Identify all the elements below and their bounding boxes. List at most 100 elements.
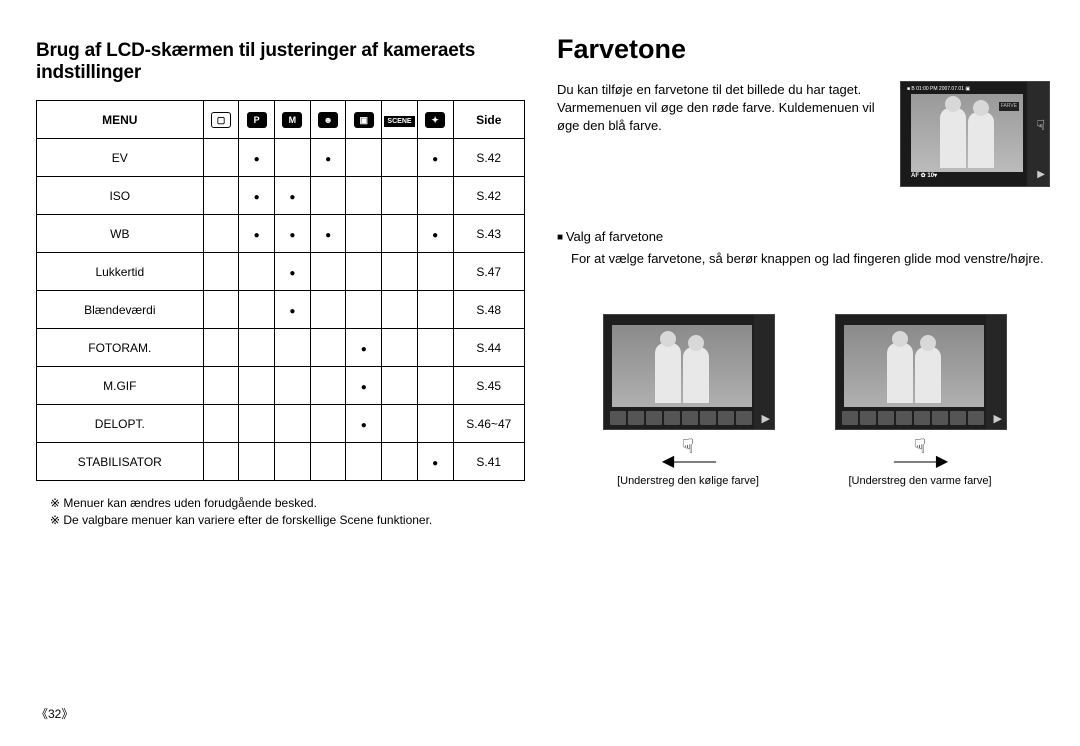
row-cell <box>310 367 346 405</box>
row-cell <box>417 253 453 291</box>
row-cell <box>275 177 311 215</box>
row-cell <box>382 329 418 367</box>
row-cell <box>310 139 346 177</box>
play-icon: ▶ <box>1037 168 1045 182</box>
th-icon-5: ▣ <box>346 101 382 139</box>
swipe-arrow: ———▶ <box>835 457 1005 467</box>
row-cell <box>203 215 239 253</box>
row-cell <box>310 253 346 291</box>
row-cell <box>346 367 382 405</box>
row-cell <box>346 443 382 481</box>
row-cell <box>417 405 453 443</box>
row-side: S.43 <box>453 215 524 253</box>
row-cell <box>239 367 275 405</box>
row-label: ISO <box>37 177 204 215</box>
row-cell <box>239 291 275 329</box>
table-row: DELOPT.S.46~47 <box>37 405 525 443</box>
row-cell <box>239 443 275 481</box>
row-cell <box>417 329 453 367</box>
row-cell <box>310 443 346 481</box>
table-row: Blændeværdi S.48 <box>37 291 525 329</box>
row-cell <box>346 291 382 329</box>
row-cell <box>203 139 239 177</box>
row-cell <box>275 367 311 405</box>
row-cell <box>203 291 239 329</box>
row-cell <box>346 177 382 215</box>
row-cell <box>382 367 418 405</box>
thumb-unit: COOLWARM▶☟◀———[Understreg den kølige far… <box>603 314 773 487</box>
row-cell <box>382 405 418 443</box>
row-label: FOTORAM. <box>37 329 204 367</box>
row-cell <box>310 215 346 253</box>
row-side: S.42 <box>453 177 524 215</box>
row-side: S.41 <box>453 443 524 481</box>
row-cell <box>239 329 275 367</box>
row-cell <box>203 405 239 443</box>
note-1: ※ Menuer kan ændres uden forudgående bes… <box>36 495 525 512</box>
thumb-caption: [Understreg den kølige farve] <box>603 475 773 487</box>
hand-icon: ☟ <box>1036 116 1045 136</box>
row-label: Lukkertid <box>37 253 204 291</box>
row-cell <box>203 443 239 481</box>
row-cell <box>275 329 311 367</box>
row-cell <box>346 139 382 177</box>
row-cell <box>275 215 311 253</box>
row-cell <box>346 405 382 443</box>
row-cell <box>382 177 418 215</box>
row-cell <box>239 139 275 177</box>
row-side: S.47 <box>453 253 524 291</box>
page-number: 《32》 <box>36 705 73 722</box>
th-icon-3: M <box>275 101 311 139</box>
row-side: S.45 <box>453 367 524 405</box>
table-row: Lukkertid S.47 <box>37 253 525 291</box>
row-label: STABILISATOR <box>37 443 204 481</box>
row-cell <box>310 291 346 329</box>
th-icon-2: P <box>239 101 275 139</box>
play-icon: ▶ <box>762 412 770 425</box>
row-cell <box>239 253 275 291</box>
lcd-af-text: AF ✿ 10▾ <box>911 172 937 180</box>
row-cell <box>275 405 311 443</box>
right-heading: Farvetone <box>557 34 1050 65</box>
row-cell <box>239 405 275 443</box>
row-label: Blændeværdi <box>37 291 204 329</box>
note-2: ※ De valgbare menuer kan variere efter d… <box>36 512 525 529</box>
row-cell <box>417 367 453 405</box>
row-cell <box>382 253 418 291</box>
row-cell <box>382 139 418 177</box>
row-cell <box>203 367 239 405</box>
row-cell <box>310 329 346 367</box>
row-cell <box>275 291 311 329</box>
row-cell <box>417 177 453 215</box>
th-side: Side <box>453 101 524 139</box>
lcd-thumb: COOLWARM▶ <box>835 314 1007 430</box>
row-side: S.48 <box>453 291 524 329</box>
table-row: ISO S.42 <box>37 177 525 215</box>
row-label: WB <box>37 215 204 253</box>
row-cell <box>203 177 239 215</box>
th-icon-1: ▢ <box>203 101 239 139</box>
table-row: STABILISATOR S.41 <box>37 443 525 481</box>
lcd-tag-farve: FARVE <box>999 102 1019 111</box>
row-cell <box>203 329 239 367</box>
table-row: EVS.42 <box>37 139 525 177</box>
row-label: M.GIF <box>37 367 204 405</box>
row-cell <box>239 177 275 215</box>
row-cell <box>203 253 239 291</box>
row-cell <box>382 443 418 481</box>
table-row: FOTORAM.S.44 <box>37 329 525 367</box>
row-cell <box>417 139 453 177</box>
row-label: EV <box>37 139 204 177</box>
th-icon-4: ☻ <box>310 101 346 139</box>
th-menu: MENU <box>37 101 204 139</box>
row-cell <box>239 215 275 253</box>
row-cell <box>417 215 453 253</box>
thumb-unit: COOLWARM▶☟———▶[Understreg den varme farv… <box>835 314 1005 487</box>
row-cell <box>275 139 311 177</box>
table-row: M.GIF S.45 <box>37 367 525 405</box>
lcd-preview-main: ■ B 01:00 PM 2007.07.01 ▣ FARVE ☟ ▶ AF ✿… <box>900 81 1050 187</box>
play-icon: ▶ <box>994 412 1002 425</box>
table-row: WB S.43 <box>37 215 525 253</box>
lcd-thumb: COOLWARM▶ <box>603 314 775 430</box>
row-cell <box>346 215 382 253</box>
